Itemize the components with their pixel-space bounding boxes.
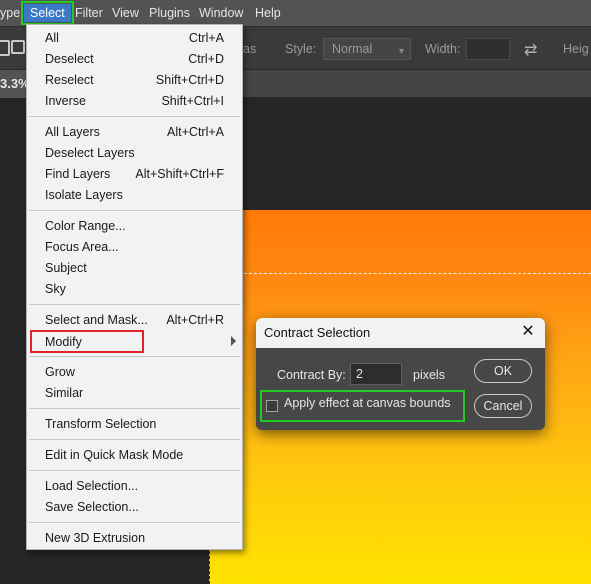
selection-marquee-top: [209, 273, 591, 274]
menu-separator: [29, 470, 240, 471]
menu-item-label: Reselect: [45, 73, 94, 87]
menu-item-select-and-mask[interactable]: Select and Mask... Alt+Ctrl+R: [27, 310, 242, 331]
menu-window[interactable]: Window: [199, 4, 243, 22]
menu-item-shortcut: Alt+Ctrl+R: [166, 313, 224, 327]
menu-item-label: Subject: [45, 261, 87, 275]
menu-item-deselect-layers[interactable]: Deselect Layers: [27, 143, 242, 164]
unit-label: pixels: [413, 368, 445, 382]
width-input[interactable]: [466, 38, 510, 60]
menu-item-transform-selection[interactable]: Transform Selection: [27, 414, 242, 435]
style-value: Normal: [332, 42, 373, 56]
menu-separator: [29, 304, 240, 305]
menu-item-inverse[interactable]: Inverse Shift+Ctrl+I: [27, 91, 242, 112]
menu-item-save-selection[interactable]: Save Selection...: [27, 497, 242, 518]
menu-item-subject[interactable]: Subject: [27, 258, 242, 279]
menu-item-quick-mask[interactable]: Edit in Quick Mask Mode: [27, 445, 242, 466]
menu-item-shortcut: Ctrl+D: [188, 52, 224, 66]
menu-item-label: Load Selection...: [45, 479, 139, 493]
menu-item-label: Edit in Quick Mask Mode: [45, 448, 184, 462]
menu-item-label: Similar: [45, 386, 84, 400]
menu-item-all-layers[interactable]: All Layers Alt+Ctrl+A: [27, 122, 242, 143]
menu-item-label: Color Range...: [45, 219, 126, 233]
checkbox-highlight-box: [260, 390, 465, 422]
menu-item-new-3d-extrusion[interactable]: New 3D Extrusion: [27, 528, 242, 549]
menu-item-similar[interactable]: Similar: [27, 383, 242, 404]
menu-item-label: Select and Mask...: [45, 313, 148, 327]
ok-button[interactable]: OK: [474, 359, 532, 383]
menu-item-label: Isolate Layers: [45, 188, 123, 202]
dialog-title: Contract Selection: [264, 325, 371, 340]
menu-item-label: Grow: [45, 365, 75, 379]
menu-item-shortcut: Alt+Shift+Ctrl+F: [135, 167, 224, 181]
menu-separator: [29, 116, 240, 117]
height-label: Heig: [563, 42, 589, 56]
select-menu: All Ctrl+A Deselect Ctrl+D Reselect Shif…: [26, 24, 243, 550]
modify-highlight-box: [30, 330, 144, 353]
menu-item-shortcut: Shift+Ctrl+D: [155, 73, 224, 87]
menu-item-find-layers[interactable]: Find Layers Alt+Shift+Ctrl+F: [27, 164, 242, 185]
menu-item-label: Sky: [45, 282, 66, 296]
menu-help[interactable]: Help: [255, 4, 281, 22]
cancel-button[interactable]: Cancel: [474, 394, 532, 418]
menu-item-color-range[interactable]: Color Range...: [27, 216, 242, 237]
menu-item-shortcut: Shift+Ctrl+I: [161, 94, 224, 108]
menu-plugins[interactable]: Plugins: [149, 4, 190, 22]
menu-item-reselect[interactable]: Reselect Shift+Ctrl+D: [27, 70, 242, 91]
menu-separator: [29, 356, 240, 357]
menu-item-label: New 3D Extrusion: [45, 531, 146, 545]
menu-item-shortcut: Alt+Ctrl+A: [167, 125, 224, 139]
contract-by-input[interactable]: 2: [350, 363, 402, 385]
dialog-title-bar: Contract Selection ✕: [256, 318, 545, 348]
submenu-arrow-icon: [231, 336, 236, 346]
menu-bar: ype Select Filter View Plugins Window He…: [0, 0, 591, 26]
menu-item-label: Deselect: [45, 52, 94, 66]
menu-separator: [29, 408, 240, 409]
menu-filter[interactable]: Filter: [75, 4, 103, 22]
contract-by-label: Contract By:: [277, 368, 346, 382]
anti-alias-label: as: [243, 42, 257, 56]
menu-item-label: Inverse: [45, 94, 86, 108]
menu-separator: [29, 522, 240, 523]
width-label: Width:: [425, 42, 461, 56]
menu-item-deselect[interactable]: Deselect Ctrl+D: [27, 49, 242, 70]
menu-item-isolate-layers[interactable]: Isolate Layers: [27, 185, 242, 206]
add-selection-icon[interactable]: [11, 40, 25, 54]
selection-mode-icon[interactable]: [0, 40, 10, 56]
swap-icon[interactable]: ⇄: [524, 40, 537, 60]
menu-item-shortcut: Ctrl+A: [188, 31, 224, 45]
menu-item-grow[interactable]: Grow: [27, 362, 242, 383]
menu-type[interactable]: ype: [0, 4, 20, 22]
menu-separator: [29, 439, 240, 440]
chevron-down-icon: ▾: [398, 46, 404, 57]
close-icon[interactable]: ✕: [519, 323, 537, 341]
menu-item-label: Deselect Layers: [45, 146, 135, 160]
menu-select[interactable]: Select: [21, 1, 74, 25]
style-label: Style:: [285, 42, 317, 56]
menu-item-load-selection[interactable]: Load Selection...: [27, 476, 242, 497]
menu-item-sky[interactable]: Sky: [27, 279, 242, 300]
menu-item-label: Focus Area...: [45, 240, 119, 254]
menu-item-all[interactable]: All Ctrl+A: [27, 28, 242, 49]
menu-item-focus-area[interactable]: Focus Area...: [27, 237, 242, 258]
menu-item-label: Find Layers: [45, 167, 111, 181]
menu-view[interactable]: View: [112, 4, 139, 22]
style-select[interactable]: Normal ▾: [323, 38, 411, 60]
menu-item-label: All Layers: [45, 125, 100, 139]
menu-item-label: Save Selection...: [45, 500, 139, 514]
menu-item-label: All: [45, 31, 59, 45]
menu-item-label: Transform Selection: [45, 417, 157, 431]
menu-separator: [29, 210, 240, 211]
